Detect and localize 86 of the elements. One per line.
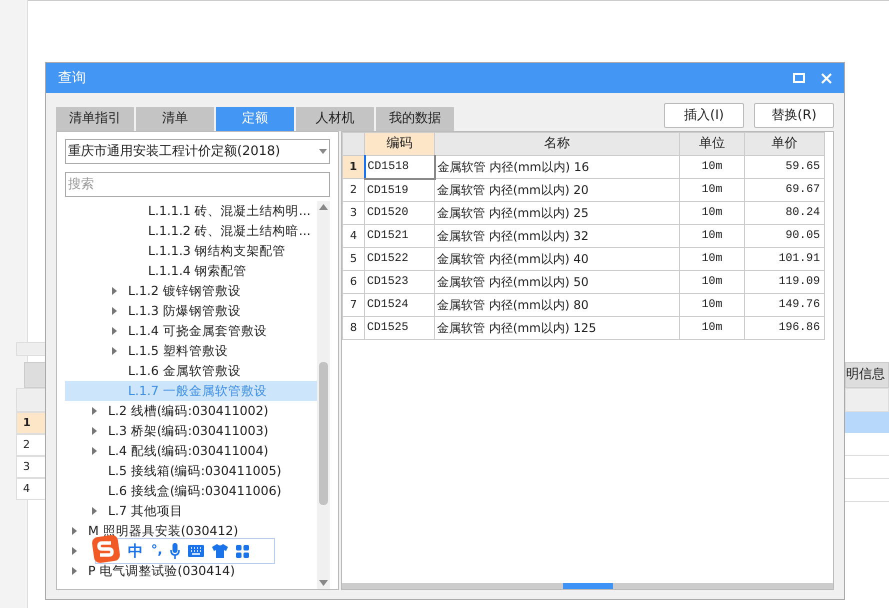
column-header[interactable]: 编码 (364, 132, 434, 156)
row-number: 8 (342, 316, 364, 340)
expand-arrow-icon[interactable] (72, 527, 77, 535)
grid-icon[interactable] (236, 544, 250, 558)
row-number: 4 (16, 478, 46, 500)
table-cell: CD1519 (364, 178, 434, 202)
table-cell: 金属软管 内径(mm以内) 32 (434, 224, 680, 248)
scroll-handle[interactable] (562, 583, 612, 589)
row-number: 2 (342, 178, 364, 202)
column-header[interactable]: 单位 (680, 132, 744, 156)
window-title: 查询 (58, 68, 86, 88)
row-number: 7 (342, 294, 364, 316)
table-cell: 金属软管 内径(mm以内) 40 (434, 248, 680, 270)
table-cell: CD1525 (364, 316, 434, 340)
column-header[interactable]: 单价 (744, 132, 824, 156)
table-cell: CD1521 (364, 224, 434, 248)
table-cell: CD1523 (364, 270, 434, 294)
tab[interactable]: 我的数据 (376, 107, 454, 131)
table-cell: 10m (680, 270, 744, 294)
library-dropdown[interactable]: 重庆市通用安装工程计价定额(2018) (65, 139, 330, 164)
scroll-down-icon[interactable] (319, 580, 328, 586)
tab[interactable]: 清单指引 (56, 107, 134, 131)
expand-arrow-icon[interactable] (92, 427, 97, 435)
table-cell: 101.91 (744, 248, 824, 270)
table-cell: 10m (680, 178, 744, 202)
row-number: 4 (342, 224, 364, 248)
row-number: 3 (16, 456, 46, 478)
ime-mode[interactable]: 中 (128, 540, 143, 562)
table-cell: CD1522 (364, 248, 434, 270)
replace-button[interactable]: 替换(R) (754, 103, 834, 128)
expand-arrow-icon[interactable] (92, 447, 97, 455)
table-cell: 金属软管 内径(mm以内) 20 (434, 178, 680, 202)
column-header[interactable]: 名称 (434, 132, 680, 156)
expand-arrow-icon[interactable] (112, 327, 117, 335)
ime-punctuation[interactable]: °, (151, 541, 162, 561)
scrollbar-thumb[interactable] (319, 362, 328, 505)
expand-arrow-icon[interactable] (92, 407, 97, 415)
expand-arrow-icon[interactable] (92, 507, 97, 515)
table-cell: 金属软管 内径(mm以内) 50 (434, 270, 680, 294)
table-cell: CD1524 (364, 294, 434, 316)
shirt-icon[interactable] (212, 544, 228, 558)
table-cell: 金属软管 内径(mm以内) 125 (434, 316, 680, 340)
table-cell: 80.24 (744, 202, 824, 224)
table-cell: CD1520 (364, 202, 434, 224)
table-cell: 69.67 (744, 178, 824, 202)
expand-arrow-icon[interactable] (112, 347, 117, 355)
keyboard-icon[interactable] (188, 545, 204, 557)
dropdown-caret-icon (319, 149, 327, 154)
table-cell: 金属软管 内径(mm以内) 80 (434, 294, 680, 316)
microphone-icon[interactable] (170, 543, 180, 559)
row-number: 2 (16, 434, 46, 456)
row-number: 1 (342, 156, 364, 178)
table-cell: 10m (680, 202, 744, 224)
expand-arrow-icon[interactable] (72, 547, 77, 555)
selected-row (845, 412, 889, 433)
search-field[interactable]: 搜索 (65, 172, 330, 197)
table-cell: 10m (680, 316, 744, 340)
scroll-up-icon[interactable] (319, 204, 328, 210)
table-cell: 10m (680, 248, 744, 270)
tree-scrollbar[interactable] (317, 201, 330, 589)
table-cell: 金属软管 内径(mm以内) 25 (434, 202, 680, 224)
expand-arrow-icon[interactable] (112, 287, 117, 295)
row-number: 3 (342, 202, 364, 224)
table-cell: 10m (680, 294, 744, 316)
table-cell: 金属软管 内径(mm以内) 16 (434, 156, 680, 178)
table-cell: 196.86 (744, 316, 824, 340)
tab[interactable]: 清单 (136, 107, 214, 131)
table-cell: 59.65 (744, 156, 824, 178)
close-button[interactable] (821, 72, 832, 84)
table-cell: 10m (680, 224, 744, 248)
expand-arrow-icon[interactable] (72, 567, 77, 575)
table-cell: 119.09 (744, 270, 824, 294)
insert-button[interactable]: 插入(I) (664, 103, 744, 128)
table-cell: 90.05 (744, 224, 824, 248)
corner-cell (342, 132, 364, 156)
app-tab[interactable]: 明信息 (845, 362, 889, 388)
maximize-button[interactable] (793, 73, 805, 83)
row-number: 5 (342, 248, 364, 270)
table-cell: CD1518 (364, 156, 434, 178)
row-number: 6 (342, 270, 364, 294)
expand-arrow-icon[interactable] (112, 307, 117, 315)
row-number: 1 (16, 412, 46, 434)
tab[interactable]: 人材机 (296, 107, 374, 131)
table-cell: 149.76 (744, 294, 824, 316)
table-cell: 10m (680, 156, 744, 178)
horizontal-scrollbar[interactable] (342, 583, 833, 589)
